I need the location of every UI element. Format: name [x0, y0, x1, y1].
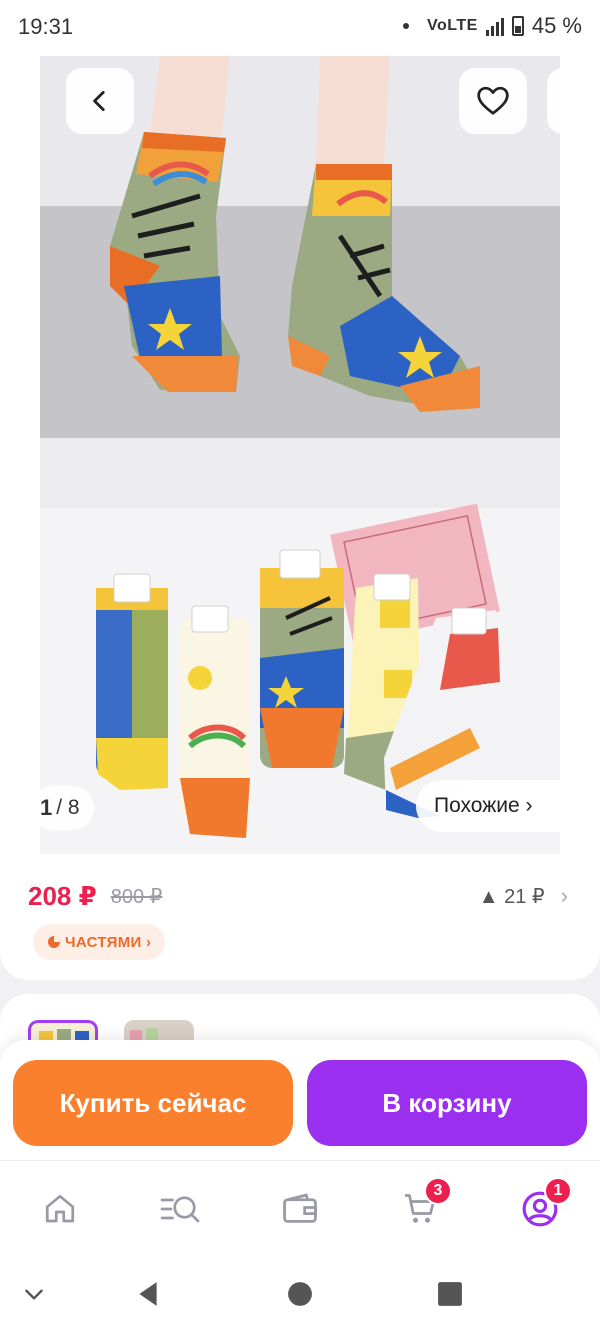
system-home-button[interactable] [280, 1274, 320, 1314]
heart-icon [477, 86, 509, 115]
buy-now-button[interactable]: Купить сейчас [13, 1060, 293, 1146]
catalog-search-icon [160, 1196, 200, 1223]
tab-catalog[interactable] [158, 1187, 202, 1231]
add-to-cart-button[interactable]: В корзину [307, 1060, 587, 1146]
product-card: 1 / 8 Похожие › 208 ₽ 800 ₽ ▲ 21 ₽ › ЧАС… [0, 56, 600, 980]
favorite-button[interactable] [459, 68, 527, 134]
price-change-value: ▲ 21 ₽ [478, 885, 545, 908]
price-row: 208 ₽ 800 ₽ ▲ 21 ₽ › [28, 878, 568, 914]
price-current: 208 ₽ [28, 880, 97, 911]
tab-profile[interactable]: 1 [518, 1177, 572, 1231]
system-recents-button[interactable] [430, 1274, 470, 1314]
tab-home[interactable] [38, 1187, 82, 1231]
square-recents-icon [438, 1282, 462, 1306]
tab-wallet[interactable] [278, 1187, 322, 1231]
price-old: 800 ₽ [110, 885, 163, 908]
tab-cart[interactable]: 3 [398, 1177, 452, 1231]
triangle-back-icon [139, 1282, 157, 1306]
similar-products-button[interactable]: Похожие › [416, 780, 566, 832]
collapse-button[interactable] [14, 1274, 54, 1314]
gallery-counter-current: 1 [40, 795, 53, 820]
gallery-counter-total: / 8 [56, 796, 80, 819]
profile-notification-badge: 1 [544, 1177, 572, 1205]
network-type: VoLTE [427, 17, 478, 34]
home-icon [45, 1194, 75, 1223]
system-back-button[interactable] [128, 1274, 168, 1314]
pie-chart-icon [48, 936, 60, 948]
status-bar: 19:31 VoLTE 45 % [0, 0, 600, 56]
gallery-counter: 1 / 8 [30, 786, 94, 830]
back-button[interactable] [66, 68, 134, 134]
chevron-down-icon [25, 1289, 43, 1300]
installment-label: ЧАСТЯМИ › [65, 933, 152, 951]
wallet-icon [283, 1193, 317, 1223]
battery-level: 45 % [531, 13, 582, 38]
circle-home-icon [288, 1282, 312, 1306]
chevron-left-icon [93, 90, 105, 112]
price-change-button[interactable]: ▲ 21 ₽ › [479, 883, 568, 909]
battery-icon [511, 16, 524, 36]
cart-count-badge: 3 [424, 1177, 452, 1205]
status-indicators: VoLTE 45 % [403, 13, 582, 39]
notification-dot-icon [403, 23, 410, 29]
chevron-right-icon: › [560, 883, 568, 908]
bottom-tab-bar: 3 1 [0, 1160, 600, 1256]
share-button[interactable] [547, 68, 560, 134]
status-time: 19:31 [18, 14, 74, 39]
signal-icon [485, 16, 504, 36]
installment-badge[interactable]: ЧАСТЯМИ › [33, 924, 166, 960]
system-navigation-bar [0, 1256, 600, 1332]
buy-panel: Купить сейчас В корзину [0, 1040, 600, 1160]
product-gallery[interactable] [40, 56, 560, 854]
